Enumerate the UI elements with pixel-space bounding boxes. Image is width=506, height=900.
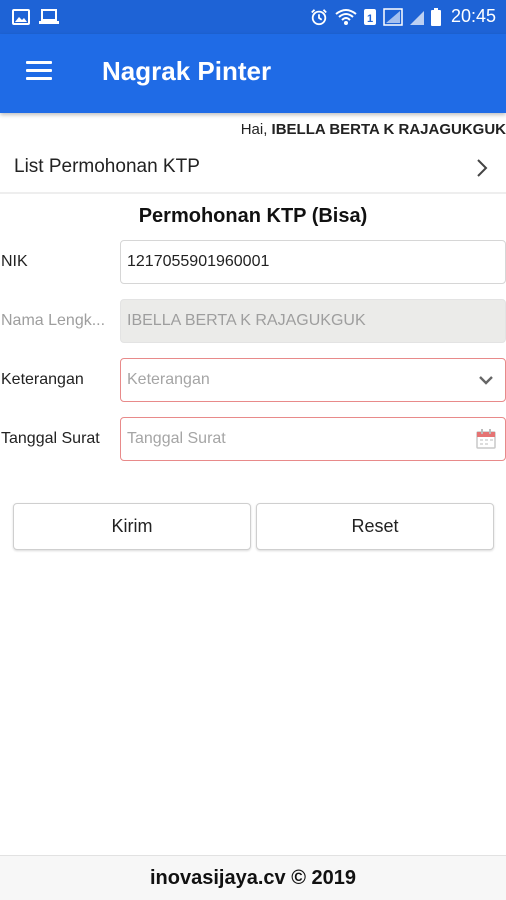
nama-lengkap-field: IBELLA BERTA K RAJAGUKGUK bbox=[120, 299, 506, 343]
status-bar: 1 20:45 bbox=[0, 0, 506, 34]
chevron-right-icon bbox=[477, 159, 488, 177]
signal-icon bbox=[409, 10, 424, 25]
nama-lengkap-label: Nama Lengk... bbox=[1, 312, 106, 329]
list-permohonan-link[interactable]: List Permohonan KTP bbox=[0, 142, 506, 194]
list-permohonan-label: List Permohonan KTP bbox=[14, 156, 200, 177]
keterangan-label: Keterangan bbox=[1, 371, 84, 388]
image-icon bbox=[12, 9, 30, 25]
nik-label: NIK bbox=[1, 253, 28, 270]
laptop-icon bbox=[39, 9, 59, 24]
greeting: Hai, IBELLA BERTA K RAJAGUKGUK bbox=[241, 121, 506, 138]
kirim-button[interactable]: Kirim bbox=[13, 503, 251, 550]
calendar-icon[interactable] bbox=[475, 428, 497, 450]
tanggal-surat-field[interactable]: Tanggal Surat bbox=[120, 417, 506, 461]
svg-text:1: 1 bbox=[367, 13, 373, 25]
keterangan-placeholder: Keterangan bbox=[127, 371, 210, 388]
alarm-icon bbox=[311, 8, 327, 25]
app-title: Nagrak Pinter bbox=[102, 56, 272, 86]
battery-icon bbox=[430, 7, 441, 26]
reset-button[interactable]: Reset bbox=[256, 503, 494, 550]
signal-icon bbox=[383, 7, 403, 26]
greeting-prefix: Hai, bbox=[240, 121, 272, 138]
tanggal-surat-placeholder: Tanggal Surat bbox=[127, 430, 226, 447]
wifi-icon bbox=[335, 8, 357, 25]
footer: inovasijaya.cv © 2019 bbox=[0, 855, 506, 900]
status-time: 20:45 bbox=[450, 6, 496, 26]
chevron-down-icon bbox=[479, 376, 493, 385]
user-name: IBELLA BERTA K RAJAGUKGUK bbox=[271, 121, 506, 138]
hamburger-menu-icon[interactable] bbox=[18, 56, 58, 90]
keterangan-select[interactable]: Keterangan bbox=[120, 358, 506, 402]
form-title: Permohonan KTP (Bisa) bbox=[138, 205, 368, 227]
data-icon: 1 bbox=[363, 8, 376, 25]
app-bar: Nagrak Pinter bbox=[0, 34, 506, 113]
nik-field[interactable]: 1217055901960001 bbox=[120, 240, 506, 284]
tanggal-surat-label: Tanggal Surat bbox=[1, 430, 100, 447]
